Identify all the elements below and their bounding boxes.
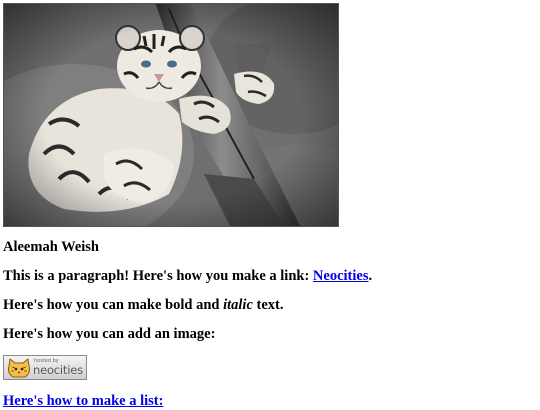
bold-italic-sentence: Here's how you can make bold and italic … xyxy=(3,296,284,314)
hosted-by-neocities-badge[interactable]: hosted by neocities xyxy=(3,355,87,380)
tiger-cub-photo xyxy=(3,3,339,227)
image-intro: Here's how you can add an image: xyxy=(3,326,216,342)
tiger-cub-illustration xyxy=(4,4,338,226)
neocities-link[interactable]: Neocities xyxy=(313,268,369,284)
bold-italic-suffix: text. xyxy=(252,297,284,313)
paragraph-with-link: This is a paragraph! Here's how you make… xyxy=(3,267,372,285)
list-intro: Here's how to make a list: xyxy=(3,392,163,410)
list-intro-link[interactable]: Here's how to make a list: xyxy=(3,393,163,409)
badge-neocities-text: neocities xyxy=(33,363,83,377)
author-name: Aleemah Weish xyxy=(3,239,99,255)
paragraph-prefix: This is a paragraph! Here's how you make… xyxy=(3,268,313,284)
italic-word: italic xyxy=(223,297,253,313)
paragraph-suffix: . xyxy=(368,268,373,284)
neocities-cat-icon xyxy=(8,358,30,378)
bold-italic-prefix: Here's how you can make bold and xyxy=(3,297,224,313)
